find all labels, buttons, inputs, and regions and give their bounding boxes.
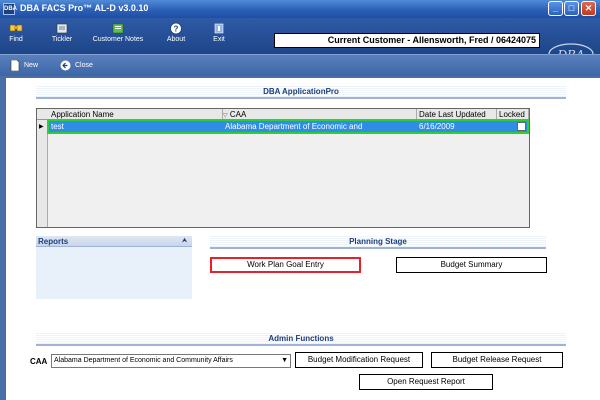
help-icon: ?	[170, 22, 182, 35]
navigation-bar: New Close	[0, 54, 600, 76]
column-header-locked[interactable]: Locked	[497, 109, 529, 120]
applications-grid[interactable]: Application Name ▽ CAA Date Last Updated…	[36, 108, 530, 228]
minimize-button[interactable]: _	[548, 1, 563, 16]
notes-icon	[112, 23, 124, 34]
work-plan-goal-entry-button[interactable]: Work Plan Goal Entry	[210, 257, 361, 273]
close-label: Close	[75, 62, 93, 69]
new-document-icon	[10, 59, 20, 71]
column-header-caa[interactable]: ▽ CAA	[223, 109, 417, 120]
budget-release-request-button[interactable]: Budget Release Request	[431, 352, 563, 368]
reports-panel-body	[36, 247, 192, 299]
close-button[interactable]: Close	[60, 59, 93, 73]
cell-application-name: test	[51, 122, 64, 131]
budget-summary-button[interactable]: Budget Summary	[396, 257, 547, 273]
collapse-icon[interactable]: ⮝	[182, 238, 189, 245]
column-header-caa-label: CAA	[229, 110, 247, 119]
caa-selected-value: Alabama Department of Economic and Commu…	[54, 357, 233, 364]
exit-icon	[214, 23, 224, 34]
back-arrow-icon	[60, 60, 71, 71]
tickler-icon	[56, 23, 68, 34]
exit-label: Exit	[213, 36, 225, 43]
row-gutter	[37, 120, 48, 227]
cell-caa: Alabama Department of Economic and	[225, 122, 363, 131]
tickler-button[interactable]: Tickler	[48, 20, 76, 50]
title-bar[interactable]: DBA DBA FACS Pro™ AL-D v3.0.10 _ □ ✕	[0, 0, 600, 18]
find-label: Find	[9, 36, 23, 43]
planning-stage-title: Planning Stage	[210, 235, 546, 249]
customer-notes-button[interactable]: Customer Notes	[92, 20, 144, 50]
sort-triangle-icon: ▽	[223, 113, 228, 119]
window-title: DBA FACS Pro™ AL-D v3.0.10	[20, 3, 149, 13]
app-icon: DBA	[3, 3, 17, 15]
find-icon	[9, 24, 23, 32]
budget-modification-request-button[interactable]: Budget Modification Request	[295, 352, 423, 368]
current-row-indicator-icon: ▶	[39, 124, 44, 130]
close-window-button[interactable]: ✕	[581, 1, 596, 16]
table-row[interactable]: test Alabama Department of Economic and …	[47, 119, 529, 134]
dropdown-arrow-icon[interactable]: ▼	[281, 355, 288, 367]
about-button[interactable]: ? About	[164, 20, 188, 50]
exit-button[interactable]: Exit	[208, 20, 230, 50]
column-header-date-last-updated[interactable]: Date Last Updated	[417, 109, 497, 120]
column-header-application-name[interactable]: Application Name	[49, 109, 223, 120]
locked-checkbox[interactable]	[517, 122, 526, 131]
reports-title: Reports	[38, 237, 69, 246]
maximize-button[interactable]: □	[564, 1, 579, 16]
svg-text:?: ?	[174, 25, 179, 34]
current-customer-display: Current Customer - Allensworth, Fred / 0…	[274, 33, 540, 48]
new-button[interactable]: New	[10, 59, 38, 73]
cell-date-last-updated: 6/16/2009	[419, 122, 455, 131]
caa-dropdown[interactable]: Alabama Department of Economic and Commu…	[51, 354, 291, 368]
admin-functions-title: Admin Functions	[36, 332, 566, 346]
tickler-label: Tickler	[51, 36, 73, 43]
new-label: New	[24, 62, 39, 69]
customer-notes-label: Customer Notes	[92, 36, 144, 43]
reports-panel-header: Reports ⮝	[36, 236, 192, 247]
open-request-report-button[interactable]: Open Request Report	[359, 374, 493, 390]
main-toolbar: Find Tickler Customer Notes ? About Exit…	[0, 18, 600, 65]
application-section-title: DBA ApplicationPro	[36, 85, 566, 99]
grid-header: Application Name ▽ CAA Date Last Updated…	[37, 109, 529, 120]
caa-label: CAA	[30, 357, 48, 366]
about-label: About	[166, 36, 186, 43]
find-button[interactable]: Find	[4, 20, 28, 50]
